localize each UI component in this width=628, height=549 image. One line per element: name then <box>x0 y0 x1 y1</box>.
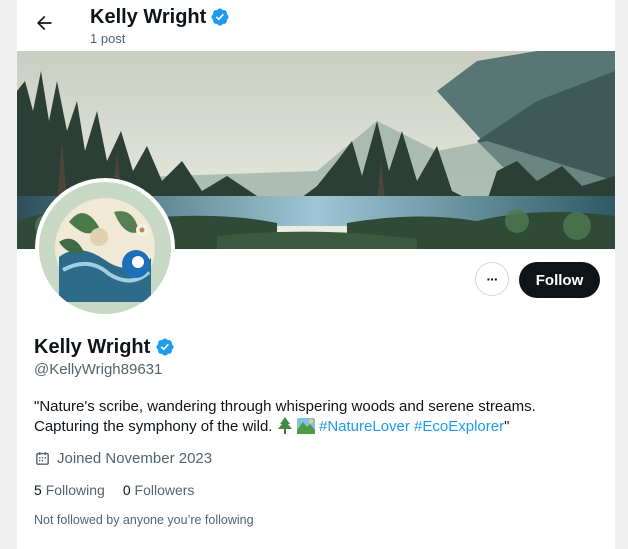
hashtag-link[interactable]: #NatureLover <box>319 418 410 435</box>
header-title: Kelly Wright <box>90 5 230 29</box>
evergreen-tree-emoji <box>277 417 293 440</box>
followers-link[interactable]: 0 Followers <box>123 482 195 498</box>
follow-button[interactable]: Follow <box>519 262 600 298</box>
followers-label: Followers <box>134 482 195 498</box>
avatar[interactable] <box>35 178 175 318</box>
verified-badge-icon <box>156 338 174 356</box>
followers-count: 0 <box>122 482 131 498</box>
joined-date: Joined November 2023 <box>34 450 212 467</box>
header-name: Kelly Wright <box>90 6 207 28</box>
profile-handle: @KellyWrigh89631 <box>34 361 163 378</box>
back-button[interactable] <box>29 8 59 38</box>
back-arrow-icon <box>37 15 52 31</box>
bio-end: " <box>504 418 510 435</box>
hashtag-link[interactable]: #EcoExplorer <box>414 418 504 435</box>
post-count: 1 post <box>90 31 126 46</box>
following-label: Following <box>45 482 105 498</box>
profile-display-name: Kelly Wright <box>34 335 175 359</box>
display-name-text: Kelly Wright <box>34 336 151 358</box>
following-count: 5 <box>34 482 42 498</box>
not-followed-note: Not followed by anyone you’re following <box>34 513 254 527</box>
profile-bio: "Nature's scribe, wandering through whis… <box>34 397 594 440</box>
more-options-icon: ··· <box>486 271 499 287</box>
national-park-emoji <box>296 418 315 440</box>
joined-text: Joined November 2023 <box>57 450 213 467</box>
calendar-icon <box>36 452 49 465</box>
verified-badge-icon <box>211 8 229 26</box>
profile-header: Kelly Wright 1 post <box>17 0 615 51</box>
more-options-button[interactable]: ··· <box>475 262 509 296</box>
follow-stats: 5 Following 0 Followers <box>34 482 194 498</box>
following-link[interactable]: 5 Following <box>34 482 105 498</box>
profile-panel: Kelly Wright 1 post ··· Follow Kelly Wri… <box>16 0 616 549</box>
